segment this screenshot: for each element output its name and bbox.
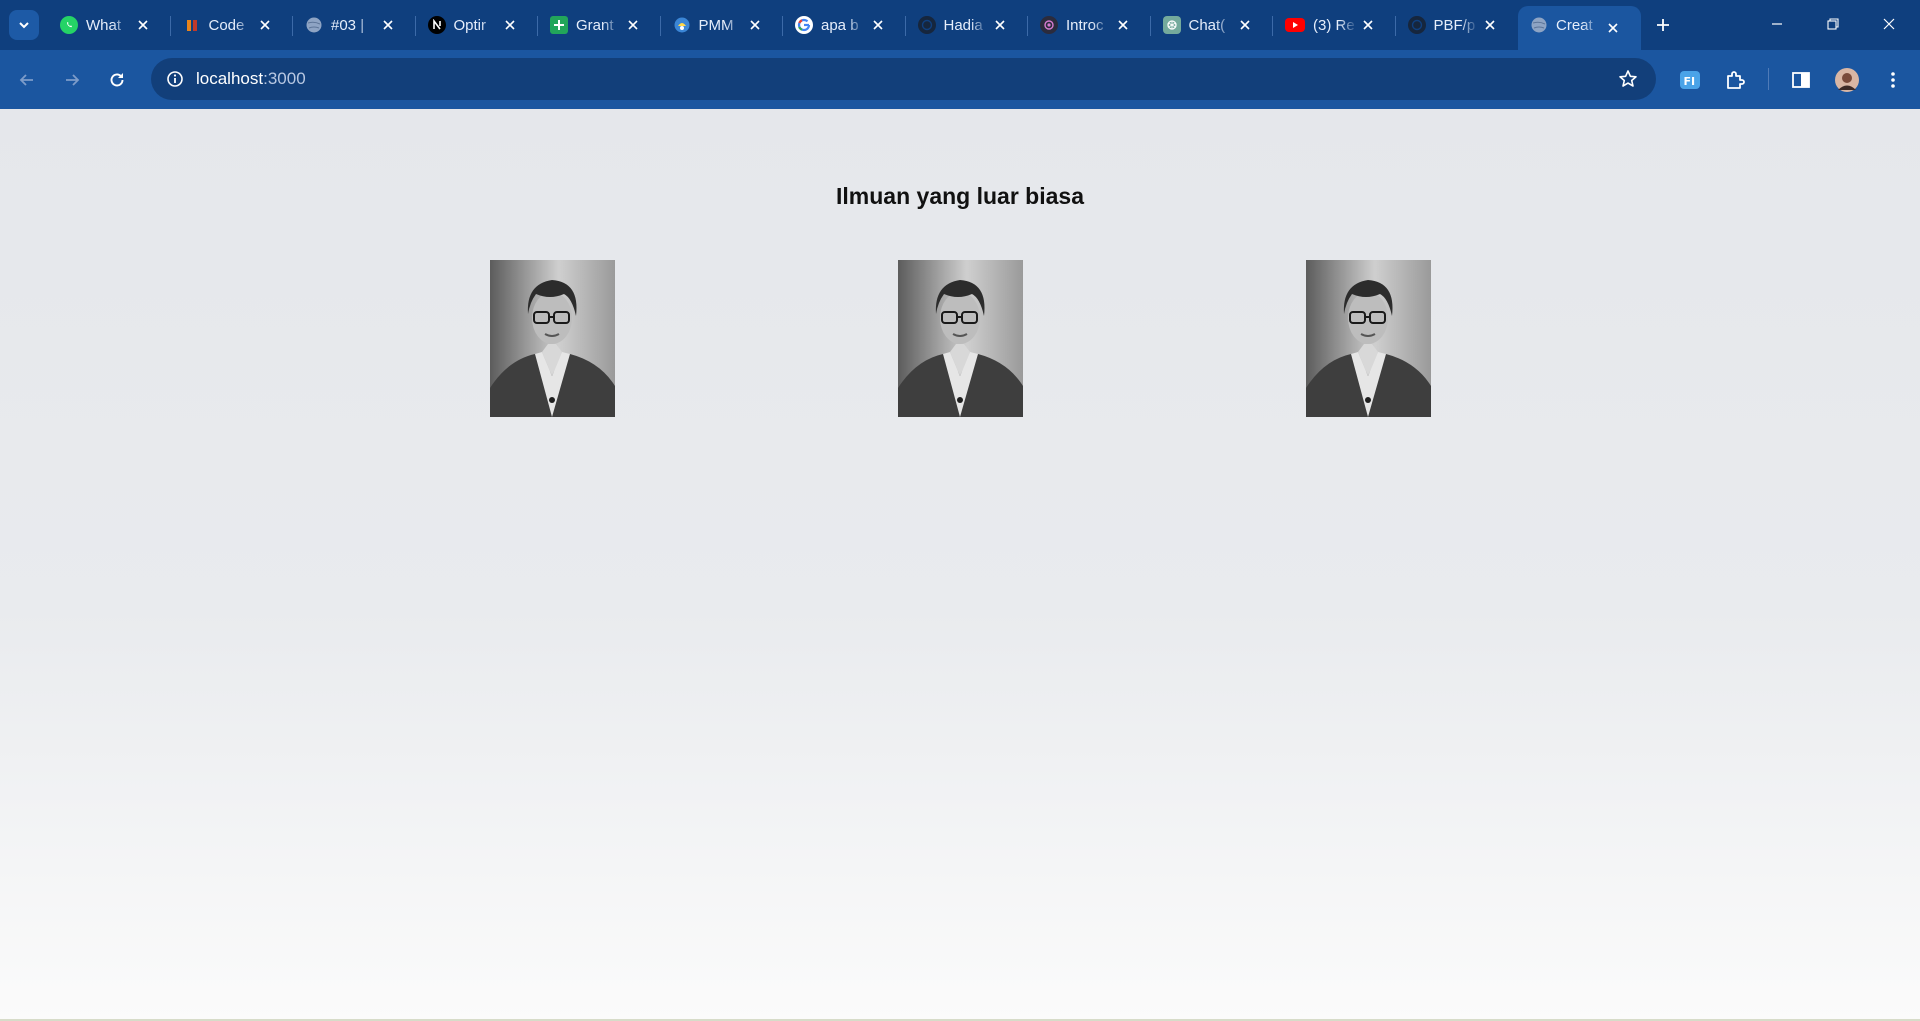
close-icon[interactable] (1603, 18, 1623, 38)
minimize-icon (1772, 23, 1782, 25)
close-icon[interactable] (623, 15, 643, 35)
tab-title: Optir (453, 16, 487, 34)
tab-title: (3) Re (1313, 16, 1355, 34)
tab-title: Creat (1556, 16, 1593, 34)
tab-google[interactable]: apa b (783, 6, 906, 44)
tab-title: Hadia (943, 16, 983, 34)
kemdikbud-icon (673, 16, 691, 34)
whatsapp-icon (60, 16, 78, 34)
toolbar-divider (1768, 68, 1769, 90)
github-icon (1407, 16, 1426, 34)
tab-list: What Code #03 | Optir Grant PMM apa b Ha… (48, 6, 1641, 50)
globe-icon (305, 16, 323, 34)
address-bar[interactable]: localhost:3000 (151, 58, 1656, 100)
back-button[interactable] (11, 64, 43, 96)
close-icon[interactable] (500, 15, 520, 35)
address-host: localhost (196, 69, 264, 88)
tab-github[interactable]: Hadia (906, 6, 1028, 44)
close-window-button[interactable] (1866, 8, 1912, 40)
reload-icon (110, 73, 124, 87)
puzzle-icon (1727, 71, 1745, 89)
nextjs-icon (427, 16, 446, 34)
more-vert-icon (1891, 72, 1895, 88)
tab-pmm[interactable]: PMM (661, 6, 783, 44)
restore-button[interactable] (1810, 8, 1856, 40)
tab-title: apa b (821, 16, 859, 34)
tab-github-pbf[interactable]: PBF/p (1396, 6, 1519, 44)
fi-extension-icon: FI (1680, 71, 1700, 89)
side-panel-icon (1792, 72, 1810, 88)
tab-sheets[interactable]: Grant (538, 6, 661, 44)
forward-button[interactable] (56, 64, 88, 96)
youtube-icon (1285, 18, 1305, 32)
page-content: Ilmuan yang luar biasa (0, 109, 1920, 1021)
address-port: :3000 (263, 69, 306, 88)
tab-title: PBF/p (1433, 16, 1476, 34)
scientist-photo (898, 260, 1023, 417)
sheets-icon (550, 16, 568, 34)
browser-toolbar: localhost:3000 FI (0, 50, 1920, 109)
bookmark-star-icon[interactable] (1616, 67, 1640, 91)
tab-title: #03 | (331, 16, 365, 34)
globe-icon (1530, 16, 1548, 34)
tab-active-create[interactable]: Creat (1518, 6, 1641, 50)
google-icon (795, 16, 813, 34)
close-icon[interactable] (990, 15, 1010, 35)
codepolitan-icon (183, 16, 201, 34)
close-icon[interactable] (133, 15, 153, 35)
tab-intro[interactable]: Introc (1028, 6, 1151, 44)
avatar (1835, 68, 1859, 92)
tab-title: PMM (698, 16, 734, 34)
scientist-photo (490, 260, 615, 417)
close-icon[interactable] (378, 15, 398, 35)
reload-button[interactable] (101, 64, 133, 96)
tab-nextjs[interactable]: Optir (416, 6, 538, 44)
tab-youtube[interactable]: (3) Re (1273, 6, 1396, 44)
extension-fi-button[interactable]: FI (1674, 64, 1706, 96)
close-icon[interactable] (1113, 15, 1133, 35)
chatgpt-icon (1162, 16, 1181, 34)
profile-avatar-button[interactable] (1831, 64, 1863, 96)
tab-chatgpt[interactable]: Chat( (1151, 6, 1273, 44)
close-icon[interactable] (255, 15, 275, 35)
tab-codepolitan[interactable]: Code (171, 6, 293, 44)
new-tab-button[interactable] (1650, 10, 1676, 40)
side-panel-button[interactable] (1785, 64, 1817, 96)
close-icon[interactable] (1358, 15, 1378, 35)
close-icon[interactable] (868, 15, 888, 35)
info-icon[interactable] (163, 67, 187, 91)
tab-title: Introc (1066, 16, 1104, 34)
scientist-photo (1306, 260, 1431, 417)
tab-title: Code (208, 16, 245, 34)
tab-title: Grant (576, 16, 614, 34)
plus-icon (1657, 19, 1669, 31)
tab-search-button[interactable] (9, 10, 39, 40)
close-icon[interactable] (745, 15, 765, 35)
restore-icon (1827, 18, 1839, 30)
tab-title: What (86, 16, 122, 34)
menu-button[interactable] (1877, 64, 1909, 96)
minimize-button[interactable] (1754, 8, 1800, 40)
svg-text:FI: FI (1684, 75, 1696, 88)
tab-title: Chat( (1188, 16, 1226, 34)
close-icon (1883, 18, 1895, 30)
arrow-right-icon (66, 74, 80, 86)
arrow-left-icon (19, 74, 33, 86)
chevron-down-icon (19, 22, 29, 29)
close-icon[interactable] (1480, 15, 1500, 35)
address-url[interactable]: localhost:3000 (196, 69, 306, 89)
page-title: Ilmuan yang luar biasa (836, 183, 1084, 209)
tailwind-icon (1040, 16, 1058, 34)
tab-globe[interactable]: #03 | (293, 6, 416, 44)
tab-strip: What Code #03 | Optir Grant PMM apa b Ha… (0, 0, 1920, 50)
github-icon (917, 16, 936, 34)
extensions-button[interactable] (1719, 64, 1751, 96)
close-icon[interactable] (1235, 15, 1255, 35)
tab-whatsapp[interactable]: What (48, 6, 171, 44)
